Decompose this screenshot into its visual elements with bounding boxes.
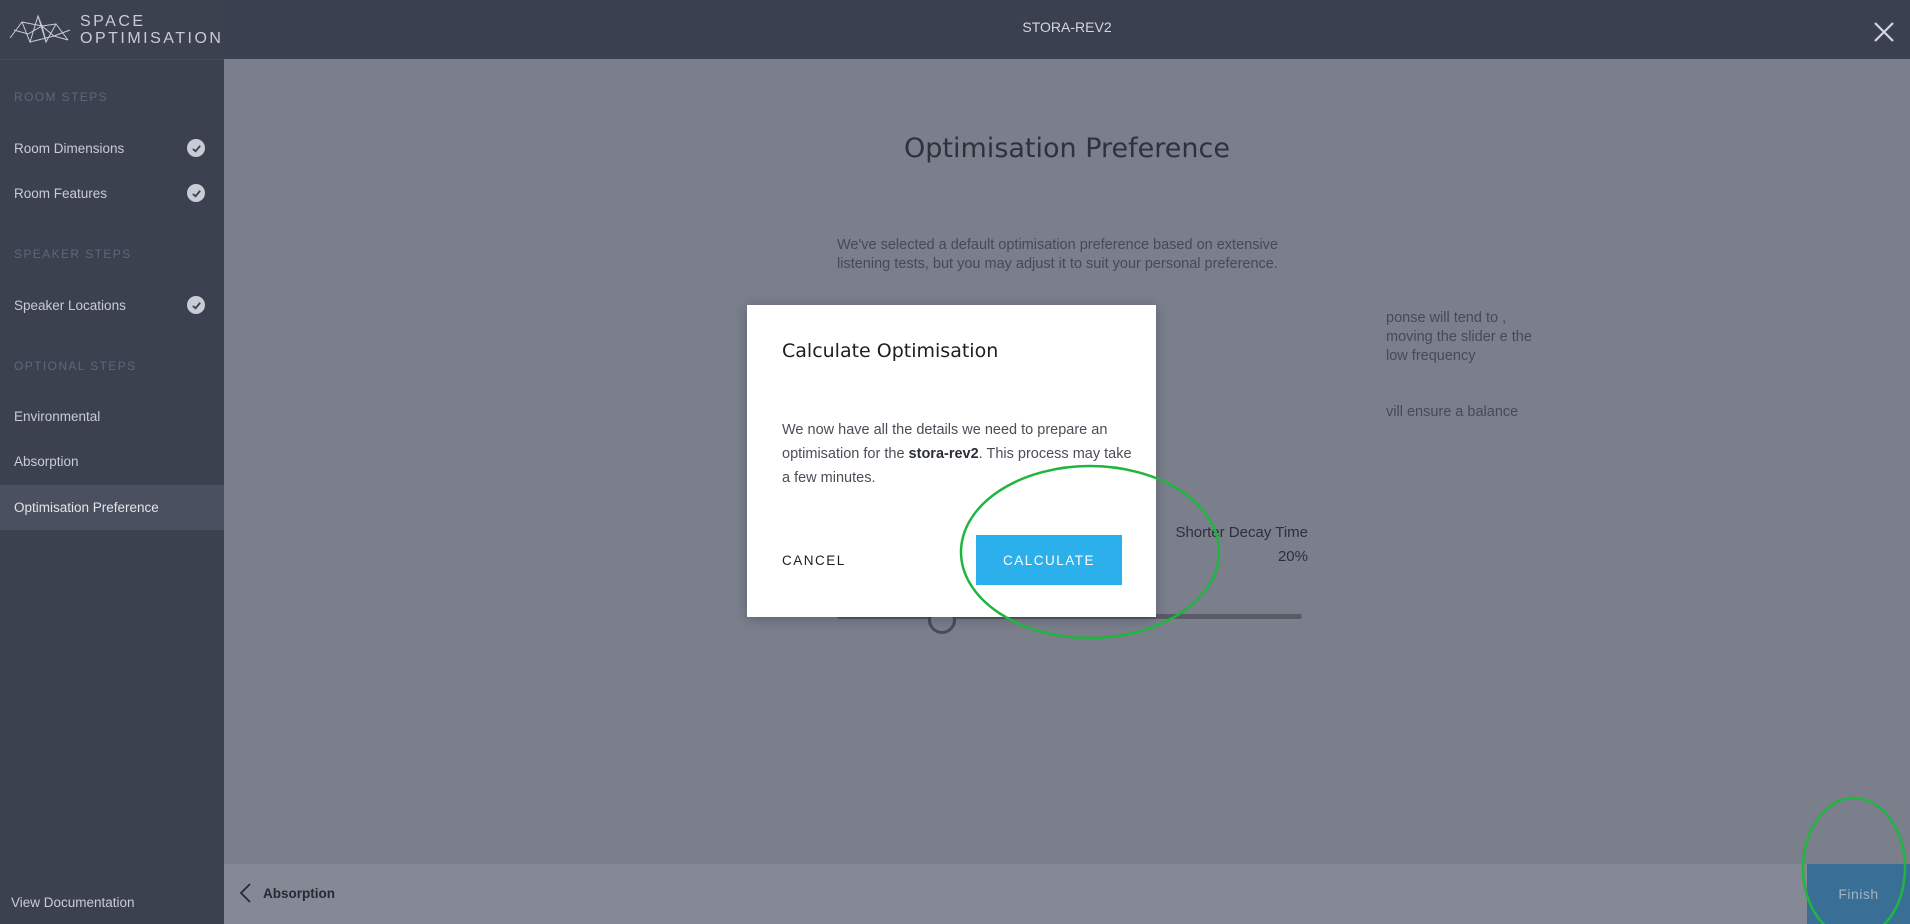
brand-line-1: SPACE: [80, 12, 146, 30]
sidebar-item-room-features[interactable]: Room Features: [0, 171, 224, 216]
calculate-optimisation-dialog: Calculate Optimisation We now have all t…: [747, 305, 1156, 617]
logo-mark-icon: [9, 13, 71, 44]
dialog-message: We now have all the details we need to p…: [782, 418, 1132, 490]
sidebar-item-environmental[interactable]: Environmental: [0, 394, 224, 439]
sidebar-item-label: Speaker Locations: [14, 298, 126, 313]
calculate-button[interactable]: CALCULATE: [976, 535, 1122, 585]
sidebar-item-label: Environmental: [14, 409, 101, 424]
chevron-left-icon: [239, 883, 251, 903]
slider-value: 20%: [1277, 548, 1308, 565]
slider-label: Shorter Decay Time: [1175, 524, 1308, 541]
finish-button[interactable]: Finish: [1807, 864, 1910, 924]
back-button-label: Absorption: [263, 885, 335, 901]
project-title: STORA-REV2: [1022, 19, 1112, 35]
sidebar-item-speaker-locations[interactable]: Speaker Locations: [0, 283, 224, 328]
sidebar-item-optimisation-preference[interactable]: Optimisation Preference: [0, 485, 224, 530]
check-icon: [187, 184, 205, 202]
page-title: Optimisation Preference: [904, 133, 1230, 164]
bottom-bar: Absorption Finish: [224, 864, 1910, 924]
check-icon: [187, 139, 205, 157]
top-bar: STORA-REV2: [224, 0, 1910, 59]
check-icon: [187, 296, 205, 314]
dialog-project-name: stora-rev2: [908, 446, 979, 462]
section-speaker-steps: SPEAKER STEPS: [14, 247, 132, 261]
dialog-title: Calculate Optimisation: [782, 340, 999, 362]
sidebar-item-label: Room Features: [14, 186, 108, 201]
brand-name: SPACE OPTIMISATION: [80, 13, 223, 47]
description-paragraph: ponse will tend to , moving the slider e…: [1386, 310, 1532, 364]
section-room-steps: ROOM STEPS: [14, 90, 109, 104]
intro-paragraph: We've selected a default optimisation pr…: [837, 237, 1278, 272]
back-button[interactable]: Absorption: [238, 882, 335, 904]
brand-logo[interactable]: SPACE OPTIMISATION: [0, 0, 224, 60]
close-icon[interactable]: [1872, 20, 1896, 44]
sidebar-item-room-dimensions[interactable]: Room Dimensions: [0, 126, 224, 171]
section-optional-steps: OPTIONAL STEPS: [14, 359, 137, 373]
sidebar-item-label: Room Dimensions: [14, 141, 125, 156]
cancel-button[interactable]: CANCEL: [782, 553, 846, 568]
brand-line-2: OPTIMISATION: [80, 29, 224, 47]
sidebar-item-absorption[interactable]: Absorption: [0, 439, 224, 484]
balance-paragraph: vill ensure a balance: [1386, 404, 1519, 420]
sidebar-item-label: Absorption: [14, 454, 79, 469]
sidebar-item-label: Optimisation Preference: [14, 500, 159, 515]
view-documentation-link[interactable]: View Documentation: [11, 895, 135, 910]
sidebar: SPACE OPTIMISATION ROOM STEPS Room Dimen…: [0, 0, 224, 924]
